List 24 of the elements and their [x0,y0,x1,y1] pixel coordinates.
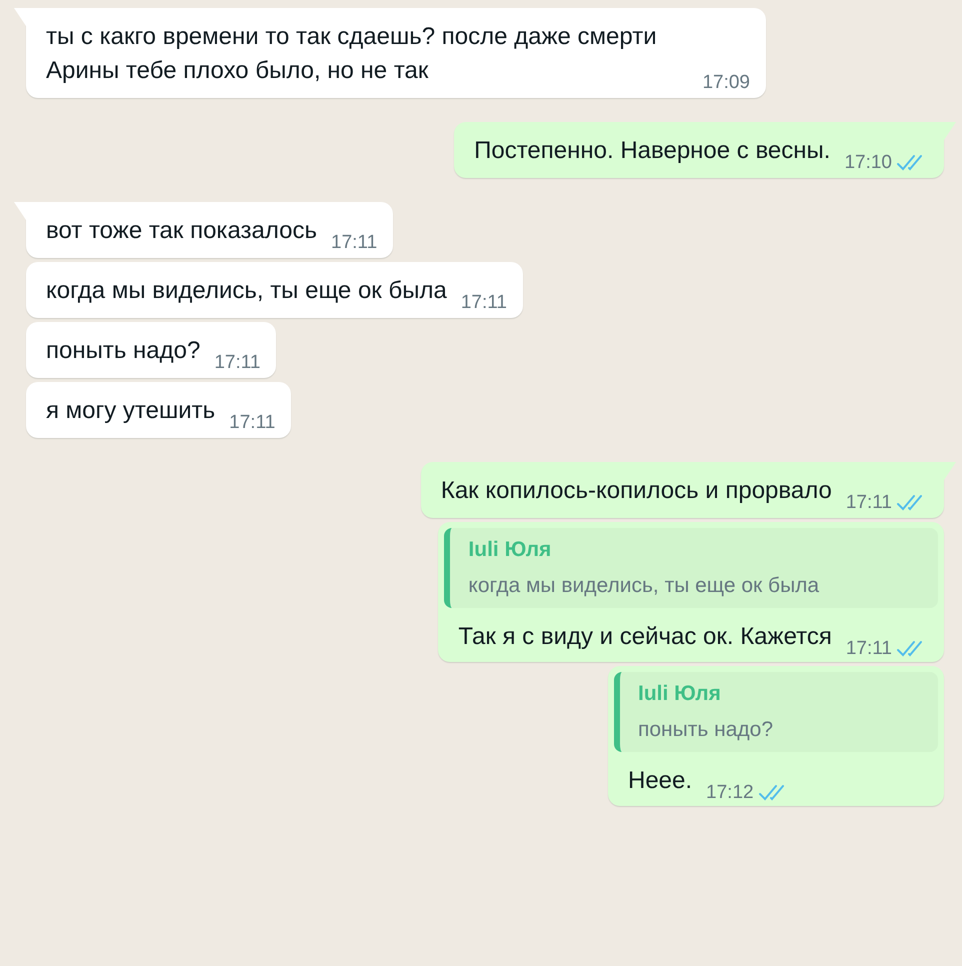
message-time: 17:09 [702,72,750,94]
message-text: Неее. [628,766,692,796]
message-time: 17:11 [331,232,378,254]
message-text: Как копилось-копилось и прорвало [440,476,832,506]
message-time: 17:11 [846,492,892,514]
message-time: 17:11 [229,412,276,434]
quote-author: Iuli Юля [638,682,722,706]
message-text: Так я с виду и сейчас ок. Кажется [458,622,832,652]
message-time: 17:11 [214,352,260,374]
quoted-message[interactable]: Iuli Юля когда мы виделись, ты еще ок была [444,528,938,608]
quoted-message[interactable]: Iuli Юля поныть надо? [614,672,938,752]
message-text: вот тоже так показалось [46,216,317,246]
message-time: 17:10 [844,152,892,174]
quote-text: когда мы виделись, ты еще ок была [468,574,820,598]
message-time: 17:11 [460,292,507,314]
quote-text: поныть надо? [638,718,774,742]
quote-author: Iuli Юля [468,538,552,562]
message-text: Постепенно. Наверное с весны. [474,136,830,166]
message-text: поныть надо? [46,336,200,366]
message-time: 17:12 [706,782,754,804]
message-text: я могу утешить [46,396,216,426]
message-text: ты с какго времени то так сдаешь? после даже смерти Арины тебе плохо было, но не так [46,22,658,86]
message-time: 17:11 [846,638,892,660]
message-text: когда мы виделись, ты еще ок была [46,276,447,306]
